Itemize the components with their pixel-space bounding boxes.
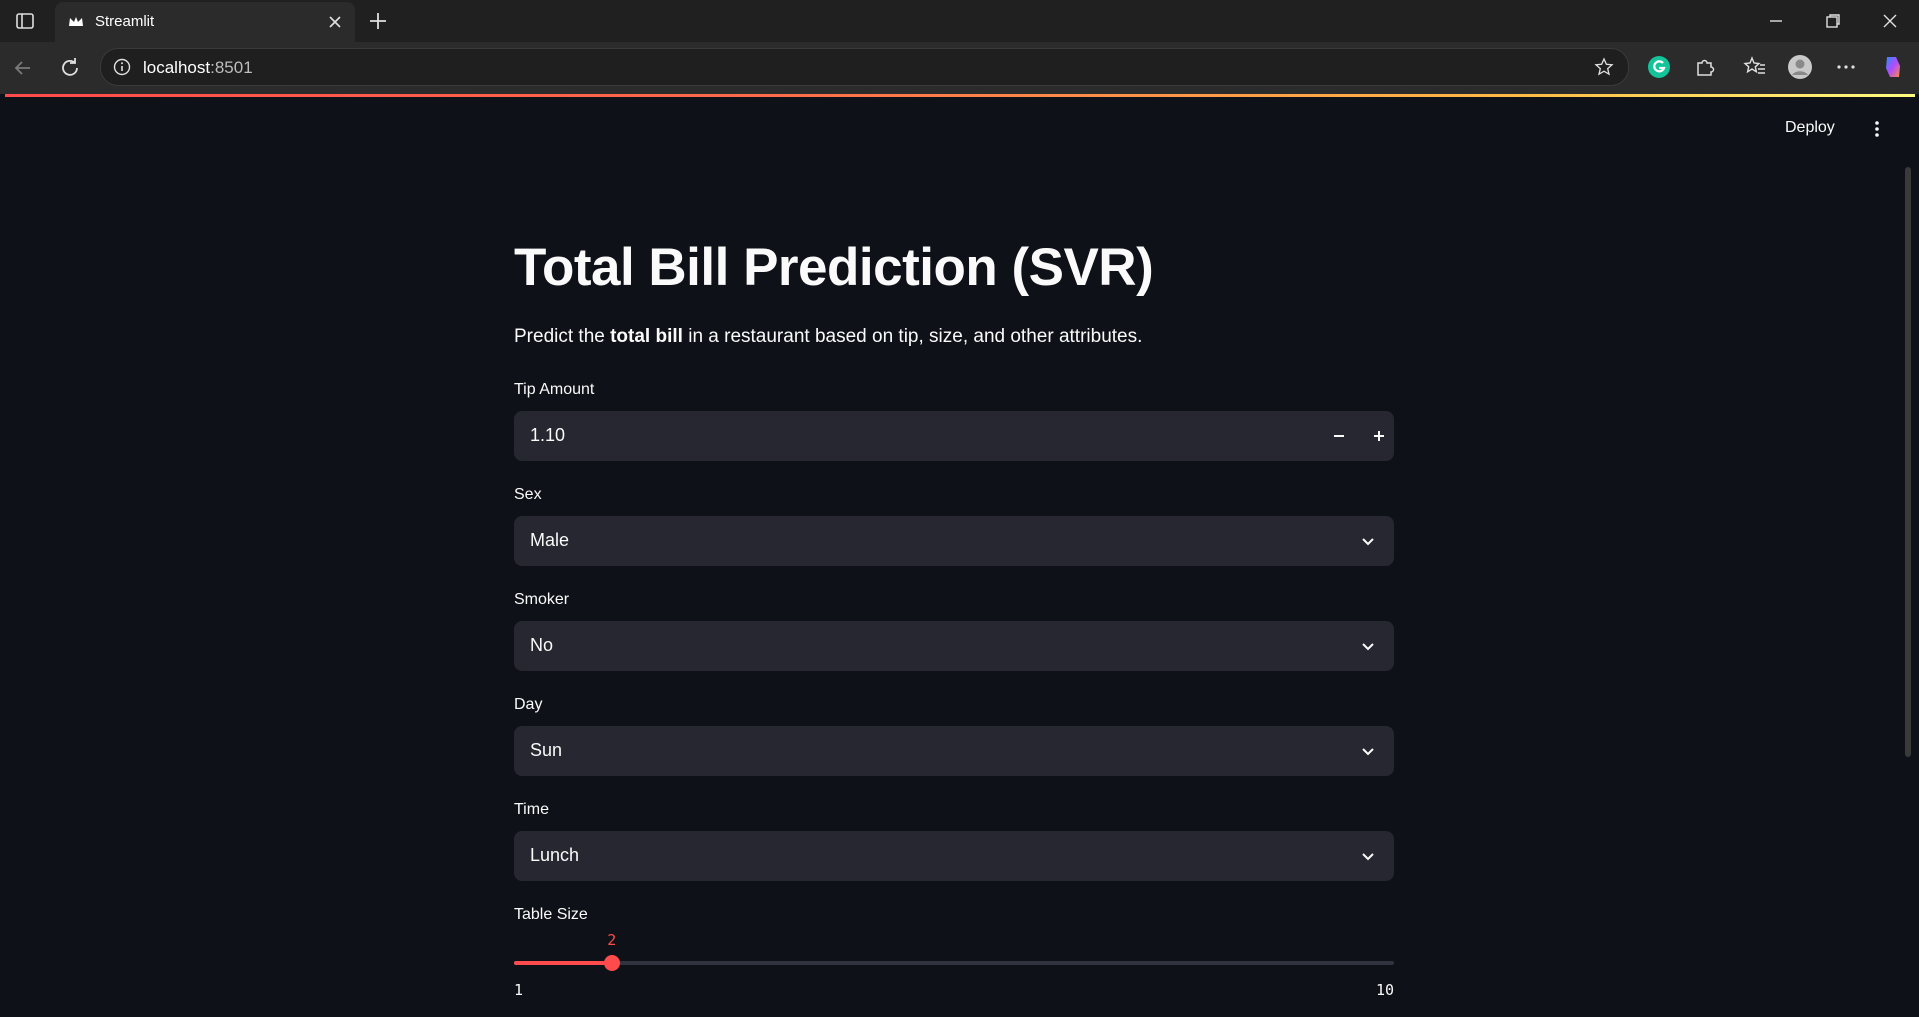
day-label: Day bbox=[514, 696, 543, 713]
streamlit-crown-icon bbox=[69, 17, 83, 26]
extensions-icon[interactable] bbox=[1692, 54, 1718, 80]
address-bar[interactable]: localhost:8501 bbox=[100, 48, 1629, 86]
chevron-down-icon bbox=[1362, 643, 1374, 651]
url-port: :8501 bbox=[210, 58, 253, 77]
more-icon[interactable] bbox=[1833, 54, 1859, 80]
minus-icon[interactable] bbox=[1326, 423, 1352, 449]
star-icon[interactable] bbox=[1594, 57, 1614, 77]
chevron-down-icon bbox=[1362, 538, 1374, 546]
minimize-icon[interactable] bbox=[1765, 10, 1787, 32]
smoker-value: No bbox=[530, 635, 554, 655]
time-label: Time bbox=[514, 801, 549, 818]
slider-current-value: 2 bbox=[607, 931, 617, 949]
time-select[interactable]: Lunch bbox=[514, 831, 1394, 881]
profile-icon[interactable] bbox=[1787, 54, 1813, 80]
day-value: Sun bbox=[530, 740, 563, 760]
tip-amount-input[interactable]: 1.10 bbox=[514, 411, 1394, 461]
back-icon[interactable] bbox=[10, 55, 36, 81]
slider-thumb[interactable] bbox=[603, 955, 620, 971]
time-value: Lunch bbox=[530, 845, 580, 865]
sidebar-icon[interactable] bbox=[15, 11, 35, 31]
deploy-button[interactable]: Deploy bbox=[1785, 119, 1835, 137]
browser-tab-bar: Streamlit bbox=[0, 0, 1919, 42]
table-size-slider[interactable] bbox=[514, 955, 1394, 971]
plus-icon[interactable] bbox=[1366, 423, 1392, 449]
url-text: localhost:8501 bbox=[143, 58, 253, 78]
chevron-down-icon bbox=[1362, 748, 1374, 756]
close-icon[interactable] bbox=[325, 12, 345, 32]
favorites-icon[interactable] bbox=[1742, 54, 1768, 80]
description-suffix: in a restaurant based on tip, size, and … bbox=[682, 326, 1143, 347]
url-host: localhost bbox=[143, 58, 211, 77]
day-select[interactable]: Sun bbox=[514, 726, 1394, 776]
smoker-select[interactable]: No bbox=[514, 621, 1394, 671]
tab-title: Streamlit bbox=[95, 13, 155, 30]
description-bold: total bill bbox=[610, 326, 683, 347]
reload-icon[interactable] bbox=[57, 55, 83, 81]
table-size-label: Table Size bbox=[514, 906, 588, 923]
slider-max-label: 10 bbox=[1375, 981, 1394, 999]
page-description: Predict the total bill in a restaurant b… bbox=[514, 326, 1142, 348]
sex-select[interactable]: Male bbox=[514, 516, 1394, 566]
kebab-menu-icon[interactable] bbox=[1867, 119, 1887, 139]
copilot-icon[interactable] bbox=[1880, 54, 1906, 80]
browser-tab[interactable]: Streamlit bbox=[55, 2, 355, 42]
scrollbar[interactable] bbox=[1905, 167, 1911, 757]
page-title: Total Bill Prediction (SVR) bbox=[514, 238, 1154, 297]
sex-label: Sex bbox=[514, 486, 542, 503]
chevron-down-icon bbox=[1362, 853, 1374, 861]
description-prefix: Predict the bbox=[514, 326, 611, 347]
streamlit-app: Deploy Total Bill Prediction (SVR) Predi… bbox=[5, 97, 1915, 1017]
close-icon[interactable] bbox=[1879, 10, 1901, 32]
smoker-label: Smoker bbox=[514, 591, 570, 608]
info-icon[interactable] bbox=[113, 58, 131, 76]
sex-value: Male bbox=[530, 530, 570, 550]
restore-icon[interactable] bbox=[1822, 10, 1844, 32]
browser-toolbar: localhost:8501 bbox=[0, 42, 1919, 94]
grammarly-icon[interactable] bbox=[1646, 54, 1672, 80]
tip-amount-value[interactable]: 1.10 bbox=[530, 425, 565, 446]
slider-fill bbox=[514, 961, 612, 965]
slider-min-label: 1 bbox=[514, 981, 524, 999]
tip-amount-label: Tip Amount bbox=[514, 381, 595, 398]
plus-icon[interactable] bbox=[366, 9, 390, 33]
